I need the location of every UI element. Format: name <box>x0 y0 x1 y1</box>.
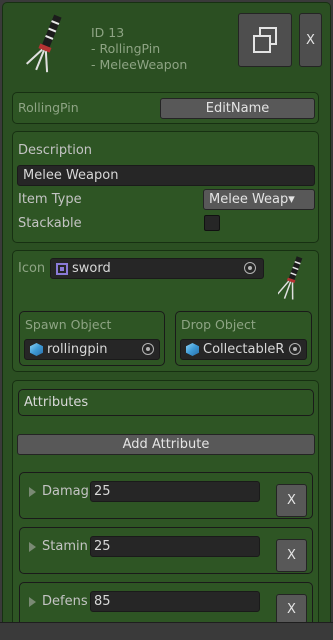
icon-label: Icon <box>18 261 46 276</box>
spawn-object-field[interactable]: rollingpin <box>24 339 160 360</box>
remove-attribute-button[interactable]: X <box>276 594 307 624</box>
foldout-arrow-icon[interactable] <box>29 542 36 552</box>
foldout-arrow-icon[interactable] <box>29 597 36 607</box>
spawn-object-picker-icon[interactable] <box>142 343 154 355</box>
duplicate-button[interactable] <box>238 13 292 67</box>
drop-object-picker-icon[interactable] <box>289 343 301 355</box>
icon-field-value: sword <box>72 261 111 276</box>
attribute-value-field[interactable]: 85 <box>90 591 260 612</box>
item-name-label: RollingPin <box>18 100 79 115</box>
icon-field[interactable]: sword <box>50 258 264 279</box>
duplicate-icon <box>253 27 277 53</box>
foldout-arrow-icon[interactable] <box>29 487 36 497</box>
attribute-name: Stamin <box>42 539 88 554</box>
description-label: Description <box>18 143 93 158</box>
sprite-icon <box>56 262 68 275</box>
item-type-label: Item Type <box>18 192 82 207</box>
attribute-value-field[interactable]: 25 <box>90 536 260 557</box>
drop-object-value: CollectableR <box>203 342 285 357</box>
attributes-header: Attributes <box>18 389 314 416</box>
spawn-object-label: Spawn Object <box>25 317 112 332</box>
item-type-line: - MeleeWeapon <box>91 57 188 72</box>
remove-attribute-button[interactable]: X <box>276 484 307 517</box>
prefab-cube-icon <box>186 343 199 356</box>
icon-picker-icon[interactable] <box>244 262 256 274</box>
close-item-button[interactable]: X <box>299 13 322 67</box>
rolling-pin-preview-icon <box>26 14 62 73</box>
attribute-name: Defens <box>42 594 88 609</box>
bottom-divider <box>0 622 333 623</box>
bottom-edge <box>0 622 333 640</box>
item-type-dropdown[interactable]: Melee Weap▾ <box>203 189 315 210</box>
stackable-label: Stackable <box>18 216 82 231</box>
drop-object-label: Drop Object <box>181 317 256 332</box>
attribute-name: Damag <box>42 484 89 499</box>
item-id: ID 13 <box>91 25 125 40</box>
add-attribute-button[interactable]: Add Attribute <box>17 434 315 455</box>
attribute-value-field[interactable]: 25 <box>90 481 260 502</box>
description-field[interactable]: Melee Weapon <box>17 165 315 186</box>
stackable-checkbox[interactable] <box>204 215 220 231</box>
edit-name-button[interactable]: EditName <box>160 98 315 119</box>
item-name-line: - RollingPin <box>91 41 161 56</box>
prefab-cube-icon <box>30 343 43 356</box>
icon-preview-icon <box>278 256 303 300</box>
remove-attribute-button[interactable]: X <box>276 539 307 572</box>
spawn-object-value: rollingpin <box>47 342 108 357</box>
drop-object-field[interactable]: CollectableR <box>180 339 307 360</box>
